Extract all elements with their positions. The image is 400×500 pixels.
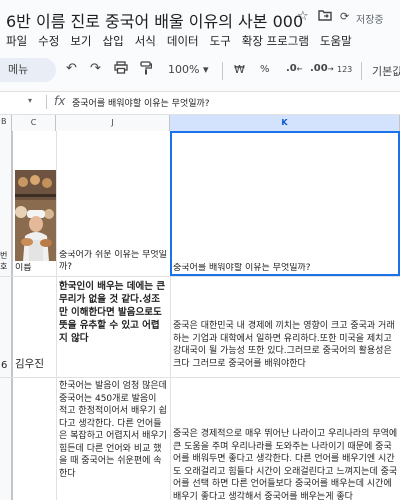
menu-bar: 파일 수정 보기 삽입 서식 데이터 도구 확장 프로그램 도움말 bbox=[6, 33, 352, 49]
cell-j-row2[interactable]: 한국인이 배우는 데에는 큰 무리가 없을 것 같다.성조만 이해한다면 발음으… bbox=[59, 280, 167, 376]
toolbar-divider bbox=[222, 62, 223, 80]
cell-b-row2[interactable]: 6 bbox=[1, 360, 12, 372]
font-select[interactable]: 기본값 bbox=[372, 63, 400, 79]
baker-photo bbox=[15, 170, 56, 261]
grid-line bbox=[0, 276, 400, 277]
cell-b-header[interactable]: 번호 bbox=[0, 250, 12, 272]
cell-k-row3[interactable]: 중국은 경제적으로 매우 뛰어난 나라이고 우리나라의 무역에 큰 도움을 주며… bbox=[173, 428, 400, 500]
formula-input[interactable]: 중국어를 배워야할 이유는 무엇일까? bbox=[72, 96, 210, 109]
save-status: 저장중 bbox=[356, 15, 384, 26]
column-header-j[interactable]: J bbox=[56, 115, 170, 131]
menu-edit[interactable]: 수정 bbox=[38, 33, 59, 49]
column-header-k[interactable]: K bbox=[170, 115, 400, 131]
zoom-value: 100% bbox=[168, 63, 200, 76]
cell-c-header[interactable]: 이름 bbox=[15, 263, 55, 275]
menu-file[interactable]: 파일 bbox=[6, 33, 27, 49]
zoom-select[interactable]: 100% ▾ bbox=[168, 63, 208, 76]
grid-line bbox=[56, 131, 57, 500]
fx-icon: fx bbox=[54, 94, 66, 108]
menu-search-input[interactable]: 메뉴 bbox=[0, 58, 56, 82]
decrease-decimal-button[interactable]: .0← bbox=[286, 63, 303, 74]
increase-decimal-button[interactable]: .00→ bbox=[310, 63, 334, 74]
document-title[interactable]: 6반 이름 진로 중국어 배울 이유의 사본 000 bbox=[6, 8, 303, 32]
menu-view[interactable]: 보기 bbox=[70, 33, 91, 49]
star-icon[interactable]: ☆ bbox=[297, 9, 309, 24]
toolbar-divider bbox=[361, 62, 362, 80]
increase-decimal-label: .00 bbox=[310, 63, 328, 74]
cell-c-row2[interactable]: 김우진 bbox=[15, 358, 56, 371]
grid-line bbox=[12, 131, 13, 500]
cell-j-row3[interactable]: 한국어는 발음이 엄청 많은데 중국어는 450개로 발음이 적고 한정적이어서… bbox=[59, 380, 167, 500]
selected-cell bbox=[170, 131, 400, 276]
number-format-button[interactable]: 123 bbox=[337, 65, 352, 74]
name-box-dropdown-icon[interactable]: ▾ bbox=[28, 96, 32, 105]
cell-j-header[interactable]: 중국어가 쉬운 이유는 무엇일까? bbox=[59, 250, 167, 273]
menu-insert[interactable]: 삽입 bbox=[103, 33, 124, 49]
print-icon[interactable] bbox=[114, 61, 128, 78]
menu-format[interactable]: 서식 bbox=[135, 33, 156, 49]
paint-format-icon[interactable] bbox=[140, 61, 153, 79]
currency-format-button[interactable]: ₩ bbox=[234, 63, 245, 76]
cell-k-row2[interactable]: 중국은 대한민국 내 경제에 끼치는 영향이 크고 중국과 거래하는 기업과 대… bbox=[173, 320, 400, 376]
redo-icon[interactable]: ↷ bbox=[90, 61, 101, 76]
row-header[interactable] bbox=[0, 378, 12, 500]
menu-data[interactable]: 데이터 bbox=[167, 33, 199, 49]
move-folder-icon[interactable] bbox=[318, 9, 332, 25]
cloud-sync-icon[interactable]: ⟳ bbox=[340, 10, 349, 23]
decrease-decimal-label: .0 bbox=[286, 63, 297, 74]
menu-help[interactable]: 도움말 bbox=[320, 33, 352, 49]
undo-icon[interactable]: ↶ bbox=[66, 61, 77, 76]
column-header-b[interactable]: B bbox=[1, 117, 7, 126]
formula-divider bbox=[46, 95, 47, 109]
grid-line bbox=[0, 377, 400, 378]
column-header-c[interactable]: C bbox=[12, 115, 56, 131]
percent-format-button[interactable]: % bbox=[260, 64, 270, 75]
menu-tools[interactable]: 도구 bbox=[210, 33, 231, 49]
menu-extensions[interactable]: 확장 프로그램 bbox=[242, 33, 309, 49]
